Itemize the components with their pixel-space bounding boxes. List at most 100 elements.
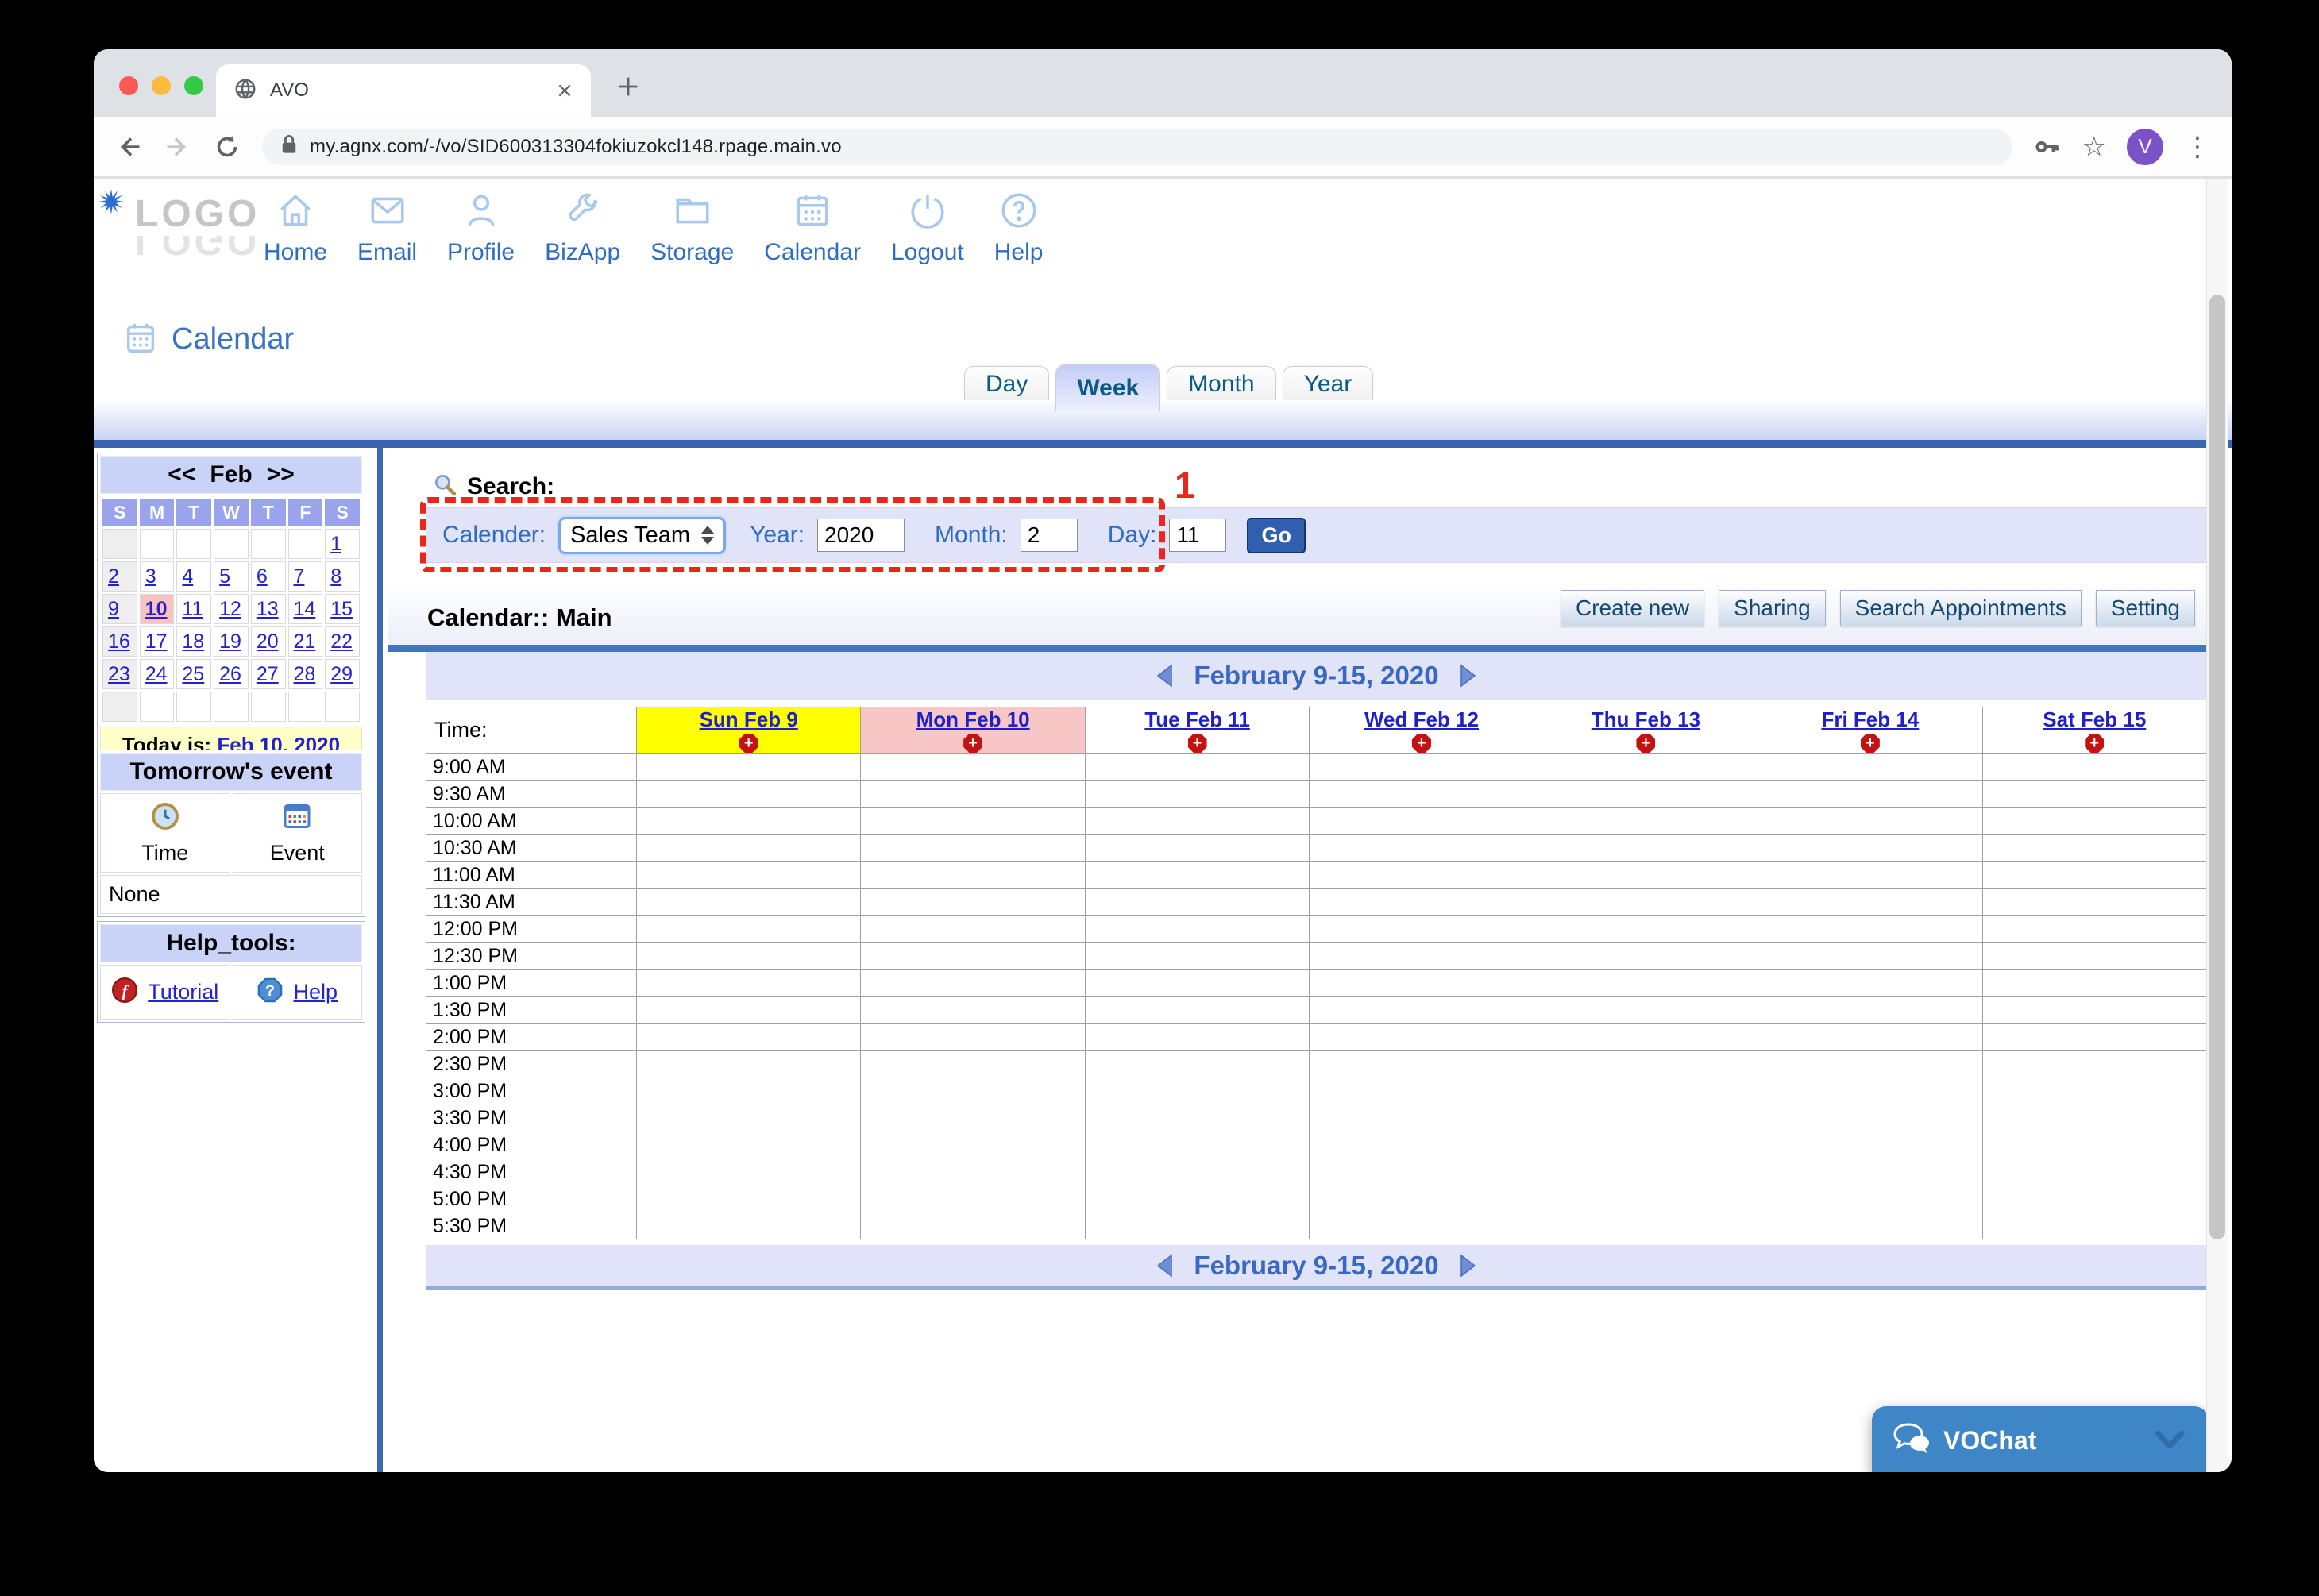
calendar-slot[interactable] (637, 1131, 861, 1158)
next-month-button[interactable]: >> (267, 461, 295, 488)
calendar-slot[interactable] (861, 1077, 1085, 1104)
calendar-slot[interactable] (1983, 835, 2207, 862)
calendar-slot[interactable] (1983, 943, 2207, 970)
go-button[interactable]: Go (1247, 518, 1306, 553)
appnav-item-profile[interactable]: Profile (447, 191, 515, 266)
calendar-slot[interactable] (1758, 916, 1982, 943)
calendar-slot[interactable] (1086, 1212, 1310, 1239)
calendar-slot[interactable] (861, 916, 1085, 943)
date-link[interactable]: 21 (294, 630, 316, 653)
appnav-item-email[interactable]: Email (357, 191, 417, 266)
vochat-widget[interactable]: VOChat (1872, 1406, 2209, 1472)
date-link[interactable]: 2 (108, 565, 119, 588)
day-link[interactable]: Tue Feb 11 (1144, 707, 1249, 732)
day-link[interactable]: Sun Feb 9 (700, 707, 798, 732)
calendar-slot[interactable] (1758, 1185, 1982, 1212)
calendar-slot[interactable] (637, 970, 861, 997)
calendar-slot[interactable] (1310, 808, 1534, 835)
calendar-slot[interactable] (1758, 808, 1982, 835)
calendar-slot[interactable] (1758, 1131, 1982, 1158)
calendar-slot[interactable] (1086, 754, 1310, 781)
calendar-slot[interactable] (637, 1077, 861, 1104)
date-link[interactable]: 8 (330, 565, 341, 588)
day-link[interactable]: Fri Feb 14 (1821, 707, 1919, 732)
calendar-slot[interactable] (1086, 862, 1310, 889)
add-appointment-icon[interactable]: + (1412, 734, 1431, 753)
calendar-slot[interactable] (1086, 1051, 1310, 1077)
calendar-slot[interactable] (1983, 889, 2207, 916)
appnav-item-home[interactable]: Home (264, 191, 327, 266)
calendar-slot[interactable] (1534, 808, 1758, 835)
calendar-slot[interactable] (861, 1212, 1085, 1239)
date-link[interactable]: 23 (108, 663, 130, 685)
calendar-slot[interactable] (637, 1185, 861, 1212)
calendar-slot[interactable] (1086, 970, 1310, 997)
calendar-slot[interactable] (637, 997, 861, 1024)
day-input[interactable] (1169, 519, 1226, 552)
date-link[interactable]: 16 (108, 630, 130, 653)
calendar-slot[interactable] (637, 808, 861, 835)
calendar-slot[interactable] (1086, 1024, 1310, 1051)
calendar-slot[interactable] (1086, 835, 1310, 862)
date-link[interactable]: 25 (182, 663, 204, 685)
calendar-slot[interactable] (1310, 754, 1534, 781)
calendar-slot[interactable] (1086, 1158, 1310, 1185)
calendar-slot[interactable] (861, 808, 1085, 835)
profile-avatar[interactable]: V (2127, 129, 2163, 165)
calendar-slot[interactable] (1086, 1185, 1310, 1212)
calendar-slot[interactable] (1310, 1212, 1534, 1239)
calendar-slot[interactable] (1983, 1158, 2207, 1185)
view-tab-week[interactable]: Week (1055, 364, 1160, 411)
date-link[interactable]: 24 (145, 663, 168, 685)
calendar-slot[interactable] (1534, 1051, 1758, 1077)
calendar-slot[interactable] (861, 1131, 1085, 1158)
appnav-item-calendar[interactable]: Calendar (764, 191, 861, 266)
date-link[interactable]: 17 (145, 630, 168, 653)
calendar-slot[interactable] (1983, 1024, 2207, 1051)
reload-icon[interactable] (213, 133, 241, 161)
calendar-slot[interactable] (861, 1051, 1085, 1077)
add-appointment-icon[interactable]: + (1636, 734, 1655, 753)
page-scrollbar[interactable] (2206, 179, 2228, 1472)
calendar-slot[interactable] (1086, 997, 1310, 1024)
calendar-slot[interactable] (637, 1104, 861, 1131)
date-link[interactable]: 22 (330, 630, 353, 653)
calendar-slot[interactable] (1310, 1104, 1534, 1131)
date-link[interactable]: 20 (257, 630, 279, 653)
calendar-slot[interactable] (1310, 835, 1534, 862)
calendar-slot[interactable] (861, 781, 1085, 808)
calendar-slot[interactable] (1310, 943, 1534, 970)
address-bar[interactable]: my.agnx.com/-/vo/SID600313304fokiuzokcl1… (262, 129, 2012, 165)
calendar-slot[interactable] (637, 1051, 861, 1077)
calendar-slot[interactable] (1310, 1051, 1534, 1077)
calendar-slot[interactable] (1983, 808, 2207, 835)
calendar-slot[interactable] (1534, 943, 1758, 970)
month-input[interactable] (1021, 519, 1078, 552)
day-link[interactable]: Wed Feb 12 (1364, 707, 1479, 732)
calendar-select[interactable]: Sales Team (558, 517, 726, 554)
help-link[interactable]: Help (293, 980, 338, 1004)
calendar-slot[interactable] (1983, 1185, 2207, 1212)
calendar-slot[interactable] (1086, 1131, 1310, 1158)
calendar-slot[interactable] (1534, 1024, 1758, 1051)
calendar-slot[interactable] (861, 1104, 1085, 1131)
calendar-slot[interactable] (861, 1185, 1085, 1212)
calendar-slot[interactable] (1983, 916, 2207, 943)
calendar-slot[interactable] (1086, 889, 1310, 916)
calendar-slot[interactable] (1534, 1077, 1758, 1104)
calendar-slot[interactable] (1310, 997, 1534, 1024)
date-link[interactable]: 12 (219, 598, 241, 620)
create-new-button[interactable]: Create new (1561, 590, 1704, 626)
setting-button[interactable]: Setting (2096, 590, 2195, 626)
date-link[interactable]: 7 (294, 565, 305, 588)
calendar-slot[interactable] (1534, 970, 1758, 997)
tutorial-link[interactable]: Tutorial (148, 980, 218, 1004)
calendar-slot[interactable] (1310, 970, 1534, 997)
browser-tab[interactable]: AVO (216, 64, 591, 117)
calendar-slot[interactable] (1983, 781, 2207, 808)
calendar-slot[interactable] (1534, 862, 1758, 889)
date-link[interactable]: 28 (294, 663, 316, 685)
calendar-slot[interactable] (1758, 1051, 1982, 1077)
calendar-slot[interactable] (1758, 1077, 1982, 1104)
calendar-slot[interactable] (861, 862, 1085, 889)
